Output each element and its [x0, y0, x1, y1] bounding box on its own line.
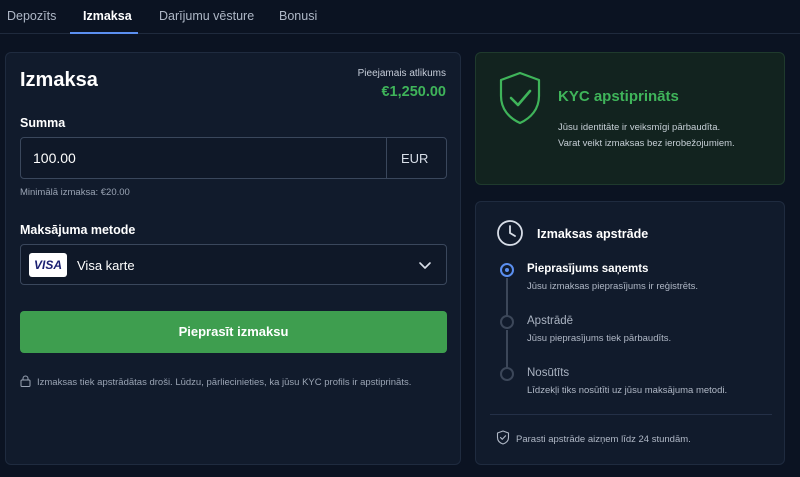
- kyc-text-line2: Varat veikt izmaksas bez ierobežojumiem.: [558, 138, 735, 149]
- step-desc-sent: Līdzekļi tiks nosūtīti uz jūsu maksājuma…: [527, 385, 728, 396]
- currency-label: EUR: [401, 151, 429, 166]
- minimum-withdrawal-note: Minimālā izmaksa: €20.00: [20, 187, 130, 198]
- tab-bonuses[interactable]: Bonusi: [279, 9, 317, 23]
- tab-bar: Depozīts Izmaksa Darījumu vēsture Bonusi: [0, 0, 800, 34]
- amount-field[interactable]: 100.00 EUR: [20, 137, 447, 179]
- step-desc-received: Jūsu izmaksas pieprasījums ir reģistrēts…: [527, 281, 699, 292]
- kyc-title: KYC apstiprināts: [558, 88, 679, 105]
- tab-transaction-history[interactable]: Darījumu vēsture: [159, 9, 254, 23]
- step-desc-processing: Jūsu pieprasījums tiek pārbaudīts.: [527, 333, 672, 344]
- timeline-connector: [506, 330, 508, 368]
- processing-note-text: Parasti apstrāde aizņem līdz 24 stundām.: [516, 434, 691, 445]
- payment-method-label: Maksājuma metode: [20, 223, 136, 237]
- step-indicator-sent: [500, 367, 514, 381]
- clock-icon: [497, 220, 523, 246]
- kyc-text-line1: Jūsu identitāte ir veiksmīgi pārbaudīta.: [558, 122, 721, 133]
- processing-time-note: Parasti apstrāde aizņem līdz 24 stundām.: [496, 430, 691, 445]
- secure-note-text: Izmaksas tiek apstrādātas droši. Lūdzu, …: [37, 377, 412, 388]
- balance-value: €1,250.00: [381, 84, 446, 100]
- payment-method-select[interactable]: VISA Visa karte: [20, 244, 447, 285]
- shield-check-icon: [499, 71, 541, 125]
- withdraw-card: Izmaksa Pieejamais atlikums €1,250.00 Su…: [5, 52, 461, 465]
- step-title-sent: Nosūtīts: [527, 367, 570, 379]
- divider: [490, 414, 772, 415]
- kyc-status-card: KYC apstiprināts Jūsu identitāte ir veik…: [475, 52, 785, 185]
- timeline-connector: [506, 278, 508, 316]
- withdrawal-processing-card: Izmaksas apstrāde Pieprasījums saņemts J…: [475, 201, 785, 465]
- step-title-processing: Apstrādē: [527, 315, 574, 327]
- chevron-down-icon: [419, 262, 431, 269]
- secure-processing-note: Izmaksas tiek apstrādātas droši. Lūdzu, …: [20, 375, 411, 388]
- payment-method-value: Visa karte: [77, 258, 135, 273]
- step-indicator-processing: [500, 315, 514, 329]
- currency-divider: [386, 138, 387, 178]
- amount-label: Summa: [20, 116, 66, 130]
- tab-withdraw[interactable]: Izmaksa: [83, 9, 132, 23]
- amount-value[interactable]: 100.00: [33, 150, 76, 166]
- lock-icon: [20, 375, 31, 387]
- tab-deposit[interactable]: Depozīts: [7, 9, 56, 23]
- request-withdrawal-button[interactable]: Pieprasīt izmaksu: [20, 311, 447, 353]
- visa-logo: VISA: [29, 253, 67, 277]
- processing-title: Izmaksas apstrāde: [537, 227, 649, 241]
- shield-check-small-icon: [496, 430, 510, 445]
- page-title: Izmaksa: [20, 69, 98, 91]
- step-indicator-received: [500, 263, 514, 277]
- active-tab-indicator: [70, 32, 138, 34]
- step-title-received: Pieprasījums saņemts: [527, 263, 649, 275]
- balance-label: Pieejamais atlikums: [357, 68, 446, 79]
